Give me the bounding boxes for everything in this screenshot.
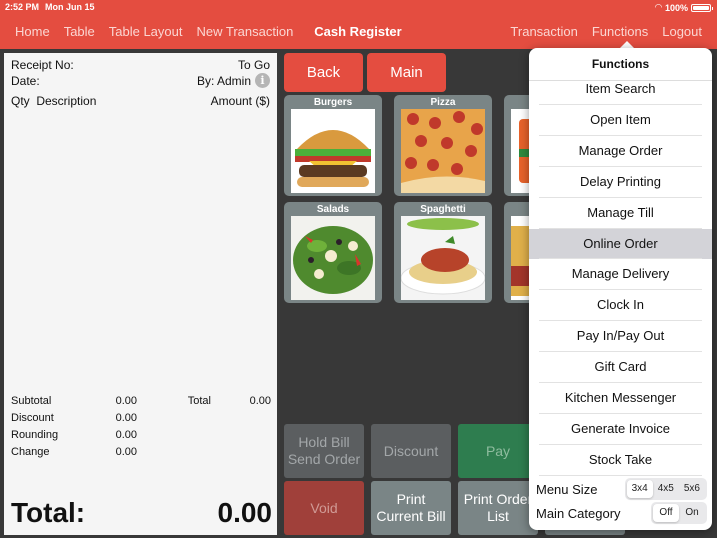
main-category-on[interactable]: On	[679, 504, 705, 522]
nav-new-transaction[interactable]: New Transaction	[197, 24, 294, 39]
category-pizza[interactable]: Pizza	[394, 95, 492, 196]
date-row: Date: By: Admin i	[11, 73, 270, 88]
total-label: Total	[187, 394, 211, 407]
pizza-image	[401, 109, 485, 193]
category-burgers[interactable]: Burgers	[284, 95, 382, 196]
totals-block: Subtotal 0.00 Total 0.00 Discount 0.00 R…	[11, 392, 271, 460]
subtotal-value: 0.00	[115, 394, 137, 407]
col-qty: Qty	[11, 94, 30, 108]
status-time: 2:52 PM	[5, 2, 40, 12]
void-button[interactable]: Void	[284, 481, 364, 535]
column-header: Qty Description Amount ($)	[11, 94, 270, 108]
category-label: Salads	[316, 204, 350, 215]
nav-functions[interactable]: Functions	[592, 24, 648, 39]
grand-total: Total: 0.00	[11, 497, 272, 529]
cash-register-app: 2:52 PM Mon Jun 15 ◠ 100% Home Table Tab…	[0, 0, 717, 538]
nav-right: Transaction Functions Logout	[510, 24, 702, 39]
page-title: Cash Register	[314, 24, 402, 39]
hold-bill-label: Hold Bill	[298, 434, 350, 450]
discount-label: Discount	[11, 411, 54, 424]
rounding-value: 0.00	[115, 428, 137, 441]
menu-size-segmented-control: 3x4 4x5 5x6	[624, 478, 707, 500]
print-label: Print	[396, 491, 426, 507]
category-label: Burgers	[313, 97, 353, 108]
nav-left: Home Table Table Layout New Transaction	[15, 24, 293, 39]
nav-table-layout[interactable]: Table Layout	[109, 24, 183, 39]
discount-button[interactable]: Discount	[371, 424, 451, 478]
date-label: Date:	[11, 73, 40, 88]
current-bill-label: Current Bill	[376, 508, 446, 524]
top-bar: 2:52 PM Mon Jun 15 ◠ 100% Home Table Tab…	[0, 0, 717, 49]
menu-item-clock-in[interactable]: Clock In	[529, 290, 712, 322]
category-label: Spaghetti	[420, 204, 466, 215]
battery-icon	[691, 3, 713, 12]
nav-table[interactable]: Table	[64, 24, 95, 39]
wifi-icon: ◠	[655, 2, 662, 12]
change-label: Change	[11, 445, 50, 458]
print-order-list-button[interactable]: Print Order List	[458, 481, 538, 535]
menu-size-5x6[interactable]: 5x6	[679, 480, 705, 498]
receipt-no-row: Receipt No: To Go	[11, 58, 270, 72]
pay-button[interactable]: Pay	[458, 424, 538, 478]
nav-home[interactable]: Home	[15, 24, 50, 39]
battery-percent: 100%	[664, 2, 688, 13]
menu-item-online-order[interactable]: Online Order	[529, 228, 712, 260]
hold-bill-send-order-button[interactable]: Hold Bill Send Order	[284, 424, 364, 478]
menu-item-manage-till[interactable]: Manage Till	[529, 198, 712, 229]
back-button[interactable]: Back	[284, 53, 363, 92]
menu-item-gift-card[interactable]: Gift Card	[529, 352, 712, 383]
menu-size-3x4[interactable]: 3x4	[626, 480, 653, 498]
discount-value: 0.00	[115, 411, 137, 424]
salad-image	[291, 216, 375, 300]
main-category-toggle: Off On	[651, 502, 707, 524]
main-category-label: Main Category	[536, 505, 621, 521]
menu-size-label: Menu Size	[536, 481, 598, 497]
menu-item-manage-order[interactable]: Manage Order	[529, 136, 712, 167]
send-order-label: Send Order	[287, 451, 361, 467]
nav-logout[interactable]: Logout	[662, 24, 702, 39]
menu-item-delay-printing[interactable]: Delay Printing	[529, 167, 712, 198]
menu-size-row: Menu Size 3x4 4x5 5x6	[536, 478, 707, 500]
list-label: List	[487, 508, 509, 524]
category-salads[interactable]: Salads	[284, 202, 382, 303]
col-description: Description	[36, 94, 97, 108]
menu-item-item-search[interactable]: Item Search	[529, 81, 712, 105]
grand-total-label: Total:	[11, 497, 86, 528]
col-amount: Amount ($)	[210, 94, 270, 108]
main-category-off[interactable]: Off	[653, 504, 679, 522]
order-type[interactable]: To Go	[238, 58, 270, 72]
receipt-panel: Receipt No: To Go Date: By: Admin i Qty D…	[4, 53, 277, 535]
receipt-no-label: Receipt No:	[11, 58, 74, 72]
total-value: 0.00	[249, 394, 271, 407]
menu-size-4x5[interactable]: 4x5	[653, 480, 679, 498]
subtotal-label: Subtotal	[11, 394, 52, 407]
category-label: Pizza	[430, 97, 456, 108]
nav-transaction[interactable]: Transaction	[510, 24, 577, 39]
status-date: Mon Jun 15	[45, 2, 95, 12]
spaghetti-image	[401, 216, 485, 300]
print-order-label: Print Order	[463, 491, 533, 507]
burger-image	[291, 109, 375, 193]
print-current-bill-button[interactable]: Print Current Bill	[371, 481, 451, 535]
popover-title: Functions	[529, 48, 712, 81]
main-category-row: Main Category Off On	[536, 502, 707, 524]
info-icon[interactable]: i	[255, 73, 270, 88]
functions-list: Item Search Open Item Manage Order Delay…	[529, 81, 712, 476]
functions-popover: Functions Item Search Open Item Manage O…	[529, 48, 712, 530]
menu-item-manage-delivery[interactable]: Manage Delivery	[529, 259, 712, 291]
served-by: By: Admin	[196, 73, 251, 88]
main-button[interactable]: Main	[367, 53, 446, 92]
menu-item-stock-take[interactable]: Stock Take	[529, 445, 712, 476]
menu-item-generate-invoice[interactable]: Generate Invoice	[529, 414, 712, 445]
menu-item-pay-in-pay-out[interactable]: Pay In/Pay Out	[529, 321, 712, 353]
change-value: 0.00	[115, 445, 137, 458]
menu-item-open-item[interactable]: Open Item	[529, 105, 712, 136]
status-indicators: ◠ 100%	[655, 2, 713, 13]
rounding-label: Rounding	[11, 428, 59, 441]
menu-item-kitchen-messenger[interactable]: Kitchen Messenger	[529, 383, 712, 414]
category-spaghetti[interactable]: Spaghetti	[394, 202, 492, 303]
grand-total-value: 0.00	[217, 497, 273, 528]
